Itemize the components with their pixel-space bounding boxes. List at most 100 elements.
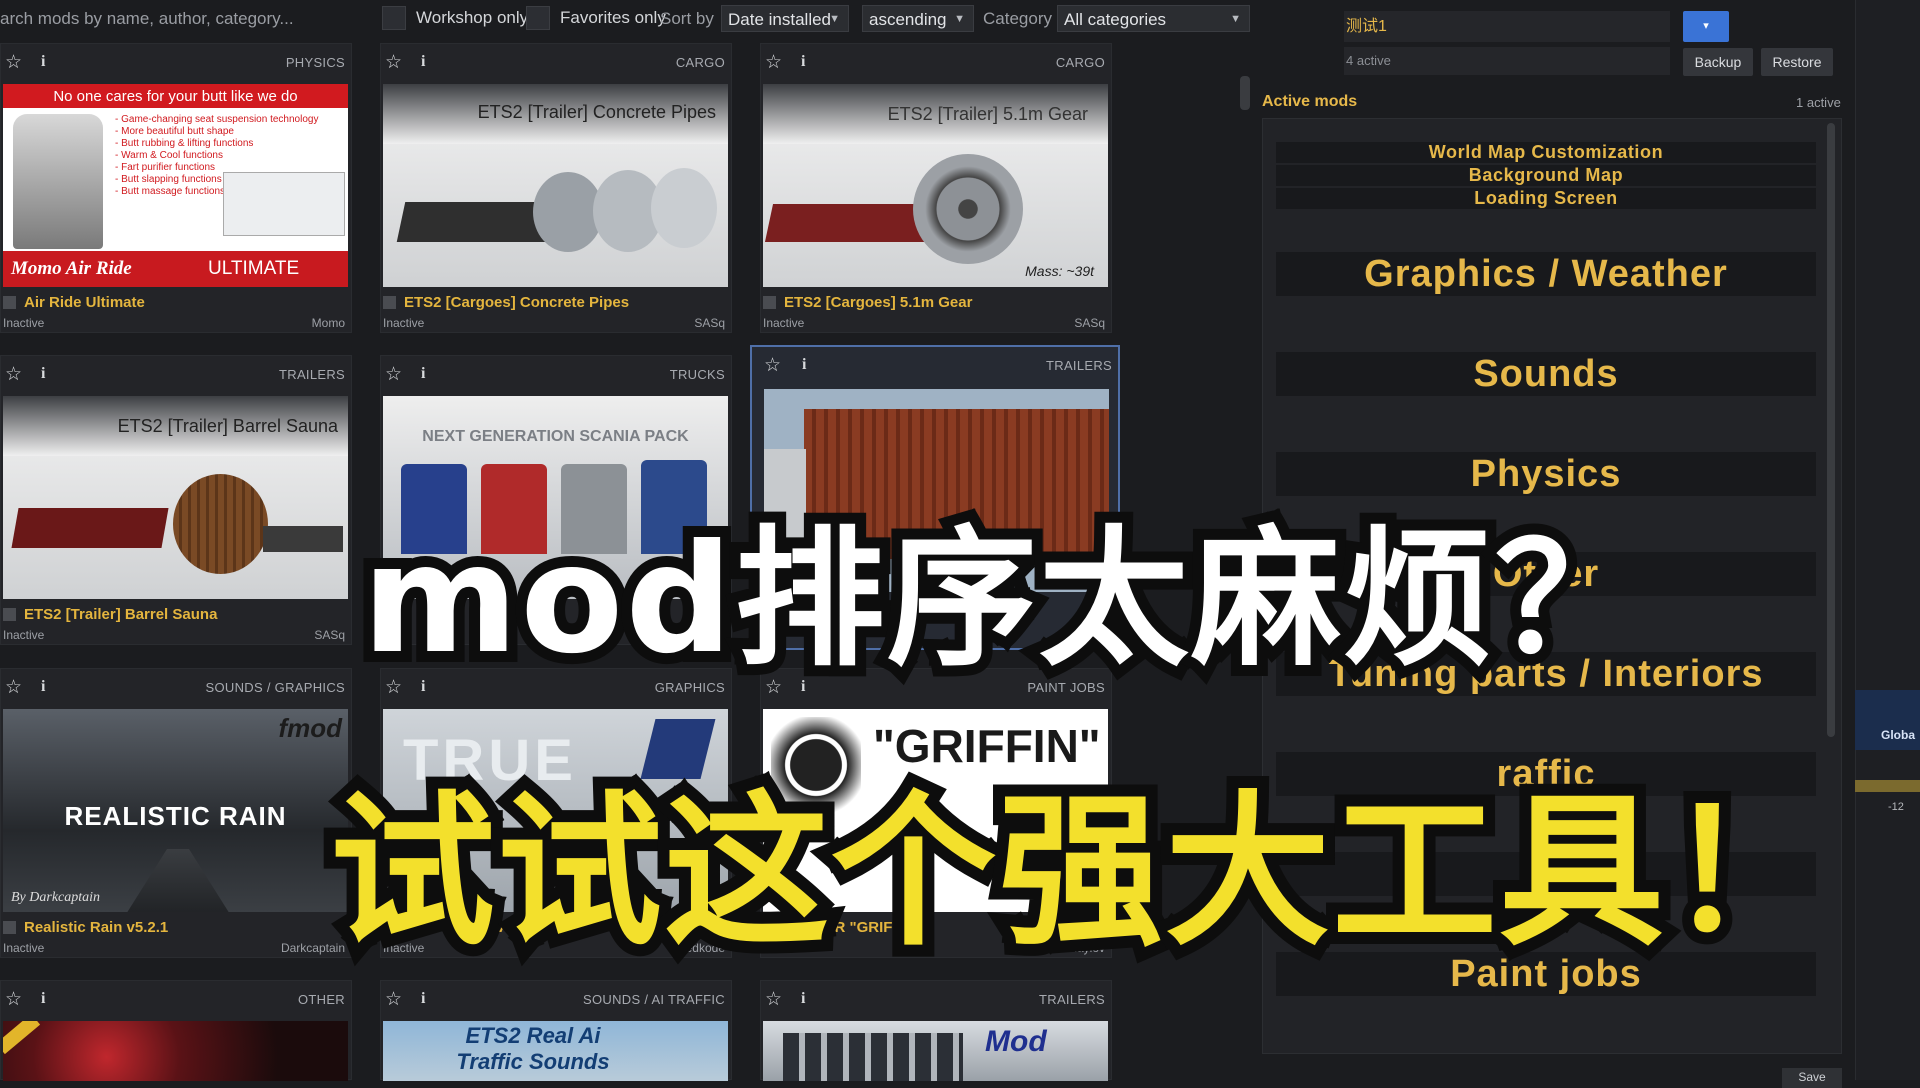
subgroup-row[interactable]: Background Map [1276,165,1816,186]
trailer-shape [11,508,169,548]
enable-checkbox[interactable] [383,296,396,309]
mod-card[interactable]: ☆ i PHYSICS No one cares for your butt l… [0,43,352,333]
barrel-shape [173,474,268,574]
subgroup-row[interactable]: World Map Customization [1276,142,1816,163]
card-header: ☆ i CARGO [761,44,1111,80]
sort-order-select[interactable]: ascending ▼ [862,5,974,32]
truck-shape [223,172,345,236]
card-header: ☆ i SOUNDS / AI TRAFFIC [381,981,731,1017]
mod-author: Momo [311,316,345,330]
favorite-star-icon[interactable]: ☆ [385,988,402,1011]
mod-category: SOUNDS / AI TRAFFIC [583,992,725,1007]
mod-status: Inactive [3,316,45,330]
mod-category: TRAILERS [1039,992,1105,1007]
enable-checkbox[interactable] [3,921,16,934]
sort-by-select[interactable]: Date installed ▼ [721,5,849,32]
global-label[interactable]: Globa [1881,728,1915,742]
info-icon[interactable]: i [802,356,806,374]
restore-button[interactable]: Restore [1761,48,1833,76]
mod-title: ETS2 [Cargoes] Concrete Pipes [383,294,629,311]
card-header: ☆ i CARGO [381,44,731,80]
info-icon[interactable]: i [421,990,425,1008]
favorite-star-icon[interactable]: ☆ [5,51,22,74]
favorites-only-checkbox[interactable] [526,6,550,30]
gear-shape [913,154,1023,264]
category-label: Category [983,9,1052,28]
mod-card[interactable]: ☆ i OTHER [0,980,352,1081]
mod-card[interactable]: ☆ i SOUNDS / GRAPHICS fmod REALISTIC RAI… [0,668,352,958]
group-row[interactable]: Sounds [1276,352,1816,396]
thumb-caption: ETS2 [Trailer] Barrel Sauna [117,416,338,436]
info-icon[interactable]: i [41,990,45,1008]
group-row[interactable]: Graphics / Weather [1276,252,1816,296]
mod-category: TRAILERS [1046,358,1112,373]
mod-status: Inactive [3,941,45,955]
profile-dropdown-button[interactable]: ▾ [1683,11,1729,42]
favorite-star-icon[interactable]: ☆ [5,676,22,699]
mod-category: SOUNDS / GRAPHICS [205,680,345,695]
enable-checkbox[interactable] [3,608,16,621]
favorite-star-icon[interactable]: ☆ [765,51,782,74]
mod-category: CARGO [1055,55,1105,70]
thumb-caption: REALISTIC RAIN [64,801,287,831]
thumb-brand: Momo Air Ride [11,258,132,279]
mod-category: OTHER [298,992,345,1007]
favorite-star-icon[interactable]: ☆ [5,363,22,386]
active-panel-scrollbar[interactable] [1827,123,1835,737]
profile-active-count: 4 active [1344,47,1670,75]
mod-card[interactable]: ☆ i CARGO ETS2 [Trailer] 5.1m Gear Mass:… [760,43,1112,333]
mod-thumbnail: No one cares for your butt like we do - … [3,84,348,287]
workshop-only-toggle[interactable]: Workshop only [382,6,528,30]
thumb-brand-2: ULTIMATE [208,258,300,279]
card-header: ☆ i OTHER [1,981,351,1017]
chevron-down-icon: ▾ [1703,20,1709,32]
mod-card[interactable]: ☆ i SOUNDS / AI TRAFFIC ETS2 Real Ai Tra… [380,980,732,1081]
thumb-caption: ETS2 [Trailer] 5.1m Gear [887,104,1088,124]
info-icon[interactable]: i [421,365,425,383]
mod-title: ETS2 [Cargoes] 5.1m Gear [763,294,972,311]
category-select[interactable]: All categories ▼ [1057,5,1250,32]
card-header: ☆ i PHYSICS [1,44,351,80]
mod-thumbnail: ETS2 [Trailer] Concrete Pipes [383,84,728,287]
favorite-star-icon[interactable]: ☆ [385,51,402,74]
enable-checkbox[interactable] [763,296,776,309]
info-icon[interactable]: i [801,990,805,1008]
sort-order-value: ascending [869,10,947,29]
trailer-shape [396,202,556,242]
workshop-only-checkbox[interactable] [382,6,406,30]
mod-card[interactable]: ☆ i TRAILERS ETS2 [Trailer] Barrel Sauna… [0,355,352,645]
search-input[interactable] [0,4,370,34]
mod-card[interactable]: ☆ i CARGO ETS2 [Trailer] Concrete Pipes … [380,43,732,333]
active-mods-title: Active mods [1262,93,1358,110]
favorite-star-icon[interactable]: ☆ [765,988,782,1011]
info-icon[interactable]: i [41,365,45,383]
chevron-down-icon: ▼ [954,13,965,25]
favorites-only-toggle[interactable]: Favorites only [526,6,666,30]
workshop-only-label: Workshop only [416,8,529,27]
favorite-star-icon[interactable]: ☆ [385,363,402,386]
enable-checkbox[interactable] [3,296,16,309]
info-icon[interactable]: i [421,53,425,71]
save-button[interactable]: Save [1782,1068,1842,1088]
mod-card[interactable]: ☆ i TRAILERS Mod [760,980,1112,1081]
category-value: All categories [1064,10,1167,29]
chevron-down-icon: ▼ [829,13,840,25]
mod-title: Realistic Rain v5.2.1 [3,919,168,936]
mod-status: Inactive [383,316,425,330]
grid-scrollbar[interactable] [1240,76,1250,110]
info-icon[interactable]: i [41,678,45,696]
subgroup-row[interactable]: Loading Screen [1276,188,1816,209]
favorites-only-label: Favorites only [560,8,666,27]
overlay-caption-line2: 试试这个强大工具！ [318,764,1843,980]
side-strip-bar [1855,780,1920,792]
favorite-star-icon[interactable]: ☆ [764,354,781,377]
backup-button[interactable]: Backup [1683,48,1753,76]
favorite-star-icon[interactable]: ☆ [5,988,22,1011]
info-icon[interactable]: i [801,53,805,71]
active-mods-count: 1 active [1796,95,1841,110]
info-icon[interactable]: i [41,53,45,71]
mod-title: ETS2 [Trailer] Barrel Sauna [3,606,217,623]
chevron-down-icon: ▼ [1230,13,1241,25]
profile-name-field[interactable]: 测试1 [1344,11,1670,42]
thumb-headline: No one cares for your butt like we do [53,88,298,105]
